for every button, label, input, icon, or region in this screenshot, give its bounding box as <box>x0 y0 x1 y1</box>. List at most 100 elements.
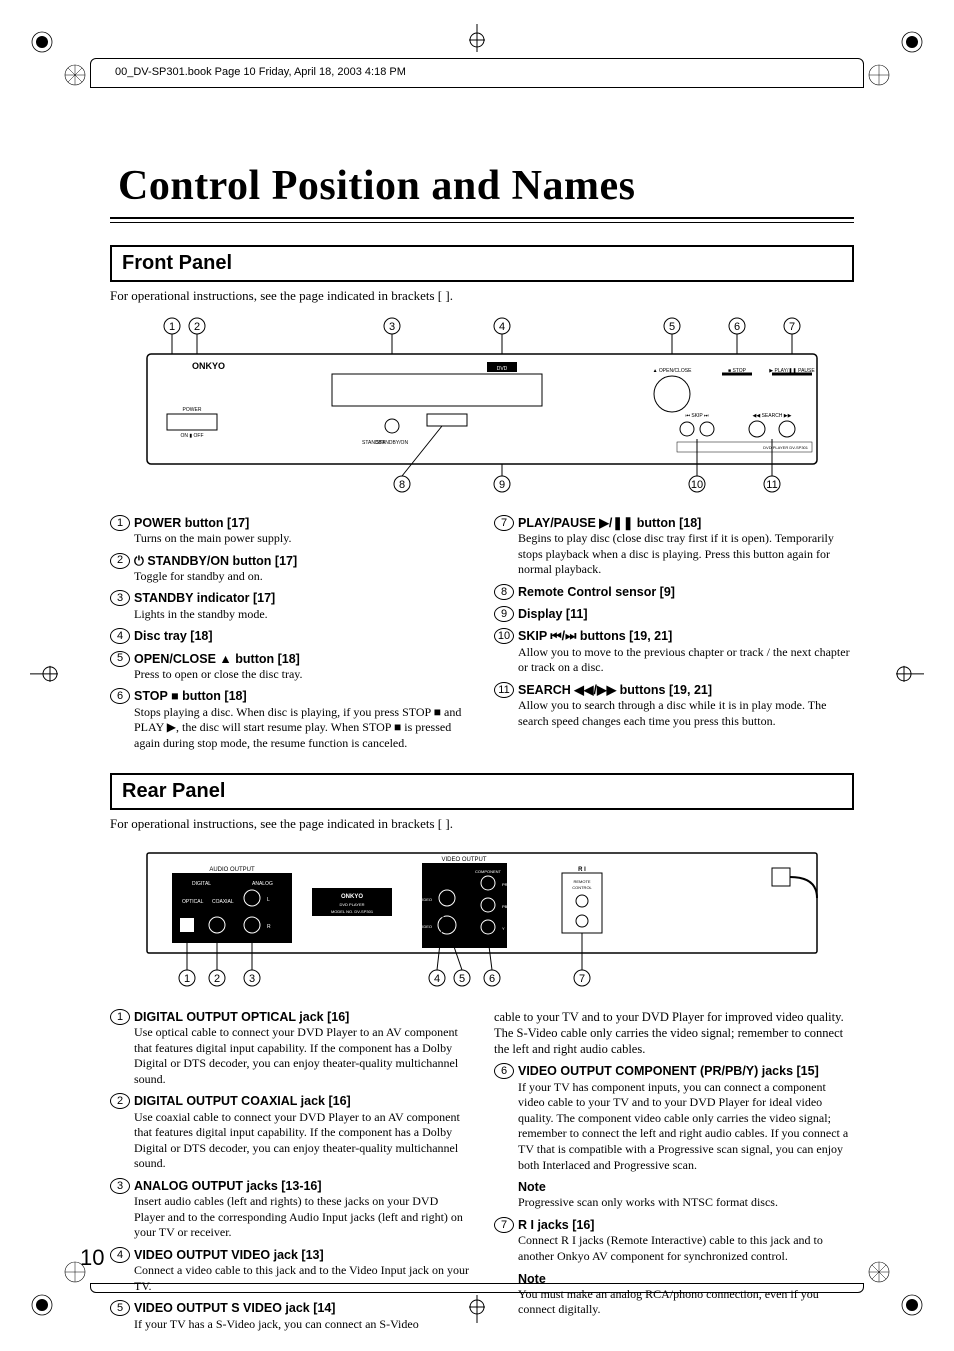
svg-text:3: 3 <box>389 321 395 333</box>
svg-text:L: L <box>267 897 270 903</box>
list-item: 3STANDBY indicator [17]Lights in the sta… <box>110 590 470 622</box>
svg-text:8: 8 <box>399 479 405 491</box>
svg-text:DVD PLAYER DV-SP301: DVD PLAYER DV-SP301 <box>763 445 809 450</box>
register-header-right-icon <box>868 64 890 90</box>
item-title: VIDEO OUTPUT COMPONENT (PR/PB/Y) jacks [… <box>518 1063 854 1079</box>
item-desc: Press to open or close the disc tray. <box>134 667 470 683</box>
item-number: 2 <box>110 553 130 569</box>
continuation-desc: cable to your TV and to your DVD Player … <box>494 1009 854 1058</box>
svg-text:ONKYO: ONKYO <box>341 894 363 900</box>
item-title: Remote Control sensor [9] <box>518 584 854 600</box>
item-number: 3 <box>110 590 130 606</box>
front-panel-instruction: For operational instructions, see the pa… <box>110 288 854 304</box>
item-title: DIGITAL OUTPUT OPTICAL jack [16] <box>134 1009 470 1025</box>
svg-text:5: 5 <box>459 973 465 985</box>
book-header-text: 00_DV-SP301.book Page 10 Friday, April 1… <box>115 66 406 80</box>
item-title: SEARCH ◀◀/▶▶ buttons [19, 21] <box>518 682 854 698</box>
item-desc: Use coaxial cable to connect your DVD Pl… <box>134 1110 470 1172</box>
item-number: 2 <box>110 1093 130 1109</box>
item-desc: Connect R I jacks (Remote Interactive) c… <box>518 1233 854 1264</box>
svg-text:MODEL NO. DV-SP301: MODEL NO. DV-SP301 <box>331 909 374 914</box>
svg-text:REMOTE: REMOTE <box>573 879 590 884</box>
page-title: Control Position and Names <box>110 160 854 213</box>
svg-text:S VIDEO: S VIDEO <box>416 924 432 929</box>
item-number: 7 <box>494 515 514 531</box>
book-header-bar: 00_DV-SP301.book Page 10 Friday, April 1… <box>90 58 864 88</box>
register-mark-ml <box>30 663 58 687</box>
svg-text:4: 4 <box>434 973 440 985</box>
list-item: 2⏻ STANDBY/ON button [17]Toggle for stan… <box>110 553 470 585</box>
item-number: 3 <box>110 1178 130 1194</box>
item-number: 5 <box>110 1300 130 1316</box>
item-title: ⏻ STANDBY/ON button [17] <box>134 553 470 569</box>
item-title: POWER button [17] <box>134 515 470 531</box>
title-rule <box>110 217 854 219</box>
list-item: 11SEARCH ◀◀/▶▶ buttons [19, 21]Allow you… <box>494 682 854 729</box>
power-icon: ⏻ <box>134 554 147 568</box>
list-item: 4Disc tray [18] <box>110 628 470 644</box>
item-title: R I jacks [16] <box>518 1217 854 1233</box>
svg-text:VIDEO: VIDEO <box>420 897 432 902</box>
item-title: DIGITAL OUTPUT COAXIAL jack [16] <box>134 1093 470 1109</box>
item-desc: Turns on the main power supply. <box>134 531 470 547</box>
item-desc: If your TV has a S-Video jack, you can c… <box>134 1317 470 1333</box>
item-title: Display [11] <box>518 606 854 622</box>
svg-text:3: 3 <box>249 973 255 985</box>
item-number: 11 <box>494 682 514 698</box>
svg-text:PB: PB <box>502 904 508 909</box>
svg-text:DVD: DVD <box>497 366 508 372</box>
svg-text:DVD PLAYER: DVD PLAYER <box>339 902 364 907</box>
svg-text:ON ▮ OFF: ON ▮ OFF <box>180 433 203 439</box>
item-number: 1 <box>110 1009 130 1025</box>
item-title: STANDBY indicator [17] <box>134 590 470 606</box>
list-item: 1POWER button [17]Turns on the main powe… <box>110 515 470 547</box>
svg-text:7: 7 <box>579 973 585 985</box>
list-item: 6VIDEO OUTPUT COMPONENT (PR/PB/Y) jacks … <box>494 1063 854 1211</box>
item-number: 4 <box>110 628 130 644</box>
item-number: 4 <box>110 1247 130 1263</box>
svg-text:⏮ SKIP ⏭: ⏮ SKIP ⏭ <box>685 413 709 419</box>
svg-text:11: 11 <box>766 479 777 491</box>
svg-text:◀◀ SEARCH ▶▶: ◀◀ SEARCH ▶▶ <box>753 413 792 419</box>
svg-text:STANDBY/ON: STANDBY/ON <box>376 440 409 446</box>
note-heading: Note <box>518 1179 854 1195</box>
register-mark-tl <box>30 30 54 58</box>
svg-text:Y: Y <box>502 926 505 931</box>
item-desc: Allow you to move to the previous chapte… <box>518 645 854 676</box>
register-mark-bl <box>30 1293 54 1321</box>
item-number: 9 <box>494 606 514 622</box>
register-mark-mb <box>467 1295 487 1327</box>
rear-panel-instruction: For operational instructions, see the pa… <box>110 816 854 832</box>
svg-text:6: 6 <box>734 321 740 333</box>
callout-1: 1 <box>169 321 175 333</box>
svg-text:4: 4 <box>499 321 505 333</box>
register-mark-mr <box>896 663 924 687</box>
svg-text:ANALOG: ANALOG <box>252 881 273 887</box>
svg-text:AUDIO OUTPUT: AUDIO OUTPUT <box>209 867 255 873</box>
svg-text:COAXIAL: COAXIAL <box>212 899 234 905</box>
list-item: 6STOP ■ button [18]Stops playing a disc.… <box>110 688 470 751</box>
rear-panel-diagram: AUDIO OUTPUT DIGITAL ANALOG OPTICAL COAX… <box>110 843 854 993</box>
rear-panel-heading: Rear Panel <box>110 773 854 810</box>
register-mark-mt <box>467 24 487 56</box>
item-title: PLAY/PAUSE ▶/❚❚ button [18] <box>518 515 854 531</box>
item-title: VIDEO OUTPUT VIDEO jack [13] <box>134 1247 470 1263</box>
list-item: 5VIDEO OUTPUT S VIDEO jack [14]If your T… <box>110 1300 470 1332</box>
page-number: 10 <box>80 1244 104 1272</box>
item-title: Disc tray [18] <box>134 628 470 644</box>
book-footer-bar <box>90 1283 864 1293</box>
svg-text:10: 10 <box>691 479 703 491</box>
svg-text:1: 1 <box>184 973 190 985</box>
list-item: 2DIGITAL OUTPUT COAXIAL jack [16]Use coa… <box>110 1093 470 1172</box>
item-desc: Use optical cable to connect your DVD Pl… <box>134 1025 470 1087</box>
list-item: 7R I jacks [16]Connect R I jacks (Remote… <box>494 1217 854 1318</box>
front-panel-diagram: 1 2 3 4 5 6 7 ONKYO DVD POWER ON ▮ OFF S… <box>110 314 854 499</box>
register-header-left-icon <box>64 64 86 90</box>
register-mark-br <box>900 1293 924 1321</box>
svg-text:PR: PR <box>502 882 508 887</box>
svg-text:OPTICAL: OPTICAL <box>182 899 204 905</box>
front-panel-heading: Front Panel <box>110 245 854 282</box>
register-footer-right-icon <box>868 1261 890 1287</box>
svg-text:R I: R I <box>578 867 586 873</box>
item-title: VIDEO OUTPUT S VIDEO jack [14] <box>134 1300 470 1316</box>
